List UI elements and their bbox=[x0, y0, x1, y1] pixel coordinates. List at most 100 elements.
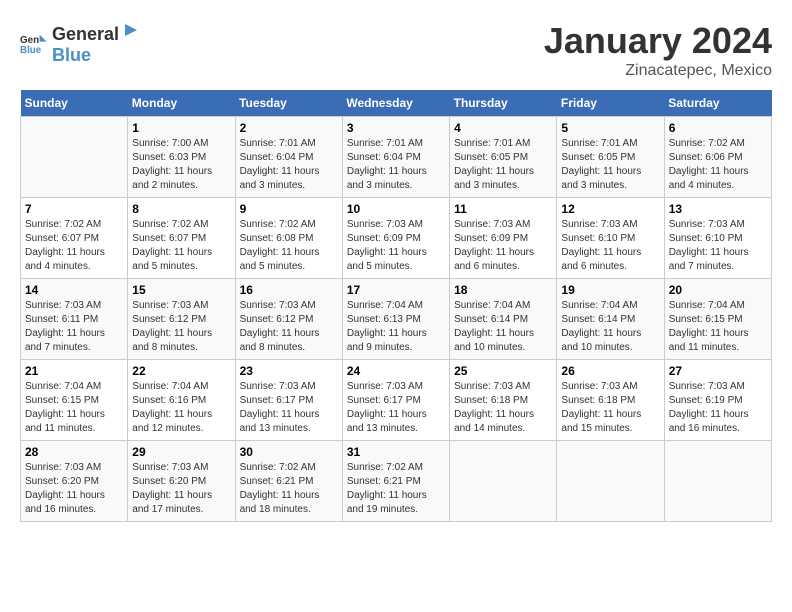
calendar-day-cell: 20 Sunrise: 7:04 AM Sunset: 6:15 PM Dayl… bbox=[664, 279, 771, 360]
day-info: Sunrise: 7:03 AM Sunset: 6:18 PM Dayligh… bbox=[454, 380, 552, 436]
calendar-day-cell bbox=[664, 441, 771, 522]
day-number: 8 bbox=[132, 202, 230, 216]
day-number: 1 bbox=[132, 121, 230, 135]
calendar-week-row: 7 Sunrise: 7:02 AM Sunset: 6:07 PM Dayli… bbox=[21, 198, 772, 279]
logo-general-text: General bbox=[52, 24, 119, 45]
day-number: 13 bbox=[669, 202, 767, 216]
weekday-header-wednesday: Wednesday bbox=[342, 90, 449, 117]
day-number: 11 bbox=[454, 202, 552, 216]
weekday-header-saturday: Saturday bbox=[664, 90, 771, 117]
day-number: 27 bbox=[669, 364, 767, 378]
day-info: Sunrise: 7:03 AM Sunset: 6:09 PM Dayligh… bbox=[347, 218, 445, 274]
calendar-day-cell: 11 Sunrise: 7:03 AM Sunset: 6:09 PM Dayl… bbox=[450, 198, 557, 279]
day-number: 12 bbox=[561, 202, 659, 216]
calendar-day-cell: 24 Sunrise: 7:03 AM Sunset: 6:17 PM Dayl… bbox=[342, 360, 449, 441]
calendar-day-cell: 21 Sunrise: 7:04 AM Sunset: 6:15 PM Dayl… bbox=[21, 360, 128, 441]
calendar-week-row: 14 Sunrise: 7:03 AM Sunset: 6:11 PM Dayl… bbox=[21, 279, 772, 360]
day-number: 23 bbox=[240, 364, 338, 378]
calendar-day-cell: 27 Sunrise: 7:03 AM Sunset: 6:19 PM Dayl… bbox=[664, 360, 771, 441]
day-number: 6 bbox=[669, 121, 767, 135]
month-title: January 2024 bbox=[544, 20, 772, 62]
day-number: 18 bbox=[454, 283, 552, 297]
day-number: 28 bbox=[25, 445, 123, 459]
day-info: Sunrise: 7:03 AM Sunset: 6:19 PM Dayligh… bbox=[669, 380, 767, 436]
day-number: 7 bbox=[25, 202, 123, 216]
calendar-day-cell: 15 Sunrise: 7:03 AM Sunset: 6:12 PM Dayl… bbox=[128, 279, 235, 360]
day-number: 29 bbox=[132, 445, 230, 459]
weekday-header-monday: Monday bbox=[128, 90, 235, 117]
day-info: Sunrise: 7:02 AM Sunset: 6:21 PM Dayligh… bbox=[347, 461, 445, 517]
day-info: Sunrise: 7:04 AM Sunset: 6:15 PM Dayligh… bbox=[25, 380, 123, 436]
day-number: 5 bbox=[561, 121, 659, 135]
calendar-day-cell: 25 Sunrise: 7:03 AM Sunset: 6:18 PM Dayl… bbox=[450, 360, 557, 441]
day-number: 15 bbox=[132, 283, 230, 297]
logo: Gen Blue General Blue bbox=[20, 20, 143, 66]
day-number: 21 bbox=[25, 364, 123, 378]
day-info: Sunrise: 7:03 AM Sunset: 6:18 PM Dayligh… bbox=[561, 380, 659, 436]
calendar-day-cell: 8 Sunrise: 7:02 AM Sunset: 6:07 PM Dayli… bbox=[128, 198, 235, 279]
weekday-header-tuesday: Tuesday bbox=[235, 90, 342, 117]
day-number: 22 bbox=[132, 364, 230, 378]
day-number: 4 bbox=[454, 121, 552, 135]
day-info: Sunrise: 7:03 AM Sunset: 6:10 PM Dayligh… bbox=[561, 218, 659, 274]
day-info: Sunrise: 7:01 AM Sunset: 6:05 PM Dayligh… bbox=[454, 137, 552, 193]
title-block: January 2024 Zinacatepec, Mexico bbox=[544, 20, 772, 80]
day-number: 14 bbox=[25, 283, 123, 297]
day-info: Sunrise: 7:01 AM Sunset: 6:04 PM Dayligh… bbox=[347, 137, 445, 193]
calendar-day-cell: 17 Sunrise: 7:04 AM Sunset: 6:13 PM Dayl… bbox=[342, 279, 449, 360]
calendar-day-cell: 22 Sunrise: 7:04 AM Sunset: 6:16 PM Dayl… bbox=[128, 360, 235, 441]
calendar-day-cell: 26 Sunrise: 7:03 AM Sunset: 6:18 PM Dayl… bbox=[557, 360, 664, 441]
svg-text:Blue: Blue bbox=[20, 45, 42, 56]
day-info: Sunrise: 7:03 AM Sunset: 6:17 PM Dayligh… bbox=[347, 380, 445, 436]
calendar-day-cell: 23 Sunrise: 7:03 AM Sunset: 6:17 PM Dayl… bbox=[235, 360, 342, 441]
location-title: Zinacatepec, Mexico bbox=[544, 62, 772, 80]
day-number: 26 bbox=[561, 364, 659, 378]
day-number: 17 bbox=[347, 283, 445, 297]
day-info: Sunrise: 7:03 AM Sunset: 6:12 PM Dayligh… bbox=[132, 299, 230, 355]
day-info: Sunrise: 7:04 AM Sunset: 6:15 PM Dayligh… bbox=[669, 299, 767, 355]
day-info: Sunrise: 7:02 AM Sunset: 6:06 PM Dayligh… bbox=[669, 137, 767, 193]
day-info: Sunrise: 7:03 AM Sunset: 6:17 PM Dayligh… bbox=[240, 380, 338, 436]
calendar-day-cell: 28 Sunrise: 7:03 AM Sunset: 6:20 PM Dayl… bbox=[21, 441, 128, 522]
calendar-day-cell: 3 Sunrise: 7:01 AM Sunset: 6:04 PM Dayli… bbox=[342, 117, 449, 198]
day-info: Sunrise: 7:03 AM Sunset: 6:09 PM Dayligh… bbox=[454, 218, 552, 274]
calendar-day-cell bbox=[21, 117, 128, 198]
day-number: 9 bbox=[240, 202, 338, 216]
calendar-day-cell: 2 Sunrise: 7:01 AM Sunset: 6:04 PM Dayli… bbox=[235, 117, 342, 198]
day-info: Sunrise: 7:03 AM Sunset: 6:20 PM Dayligh… bbox=[132, 461, 230, 517]
calendar-day-cell: 13 Sunrise: 7:03 AM Sunset: 6:10 PM Dayl… bbox=[664, 198, 771, 279]
day-info: Sunrise: 7:00 AM Sunset: 6:03 PM Dayligh… bbox=[132, 137, 230, 193]
calendar-day-cell: 9 Sunrise: 7:02 AM Sunset: 6:08 PM Dayli… bbox=[235, 198, 342, 279]
calendar-day-cell: 30 Sunrise: 7:02 AM Sunset: 6:21 PM Dayl… bbox=[235, 441, 342, 522]
weekday-header-sunday: Sunday bbox=[21, 90, 128, 117]
day-info: Sunrise: 7:03 AM Sunset: 6:11 PM Dayligh… bbox=[25, 299, 123, 355]
calendar-day-cell: 29 Sunrise: 7:03 AM Sunset: 6:20 PM Dayl… bbox=[128, 441, 235, 522]
day-info: Sunrise: 7:03 AM Sunset: 6:20 PM Dayligh… bbox=[25, 461, 123, 517]
day-info: Sunrise: 7:02 AM Sunset: 6:21 PM Dayligh… bbox=[240, 461, 338, 517]
day-info: Sunrise: 7:04 AM Sunset: 6:16 PM Dayligh… bbox=[132, 380, 230, 436]
day-number: 30 bbox=[240, 445, 338, 459]
day-info: Sunrise: 7:01 AM Sunset: 6:05 PM Dayligh… bbox=[561, 137, 659, 193]
day-number: 3 bbox=[347, 121, 445, 135]
calendar-day-cell: 7 Sunrise: 7:02 AM Sunset: 6:07 PM Dayli… bbox=[21, 198, 128, 279]
logo-blue-text: Blue bbox=[52, 45, 91, 65]
day-number: 2 bbox=[240, 121, 338, 135]
calendar-day-cell: 31 Sunrise: 7:02 AM Sunset: 6:21 PM Dayl… bbox=[342, 441, 449, 522]
day-number: 19 bbox=[561, 283, 659, 297]
logo-arrow-icon bbox=[121, 20, 141, 40]
day-info: Sunrise: 7:02 AM Sunset: 6:07 PM Dayligh… bbox=[132, 218, 230, 274]
logo-icon: Gen Blue bbox=[20, 29, 48, 57]
calendar-table: SundayMondayTuesdayWednesdayThursdayFrid… bbox=[20, 90, 772, 522]
day-info: Sunrise: 7:04 AM Sunset: 6:14 PM Dayligh… bbox=[561, 299, 659, 355]
calendar-day-cell: 5 Sunrise: 7:01 AM Sunset: 6:05 PM Dayli… bbox=[557, 117, 664, 198]
day-info: Sunrise: 7:02 AM Sunset: 6:07 PM Dayligh… bbox=[25, 218, 123, 274]
weekday-header-friday: Friday bbox=[557, 90, 664, 117]
calendar-week-row: 21 Sunrise: 7:04 AM Sunset: 6:15 PM Dayl… bbox=[21, 360, 772, 441]
day-info: Sunrise: 7:02 AM Sunset: 6:08 PM Dayligh… bbox=[240, 218, 338, 274]
day-info: Sunrise: 7:01 AM Sunset: 6:04 PM Dayligh… bbox=[240, 137, 338, 193]
calendar-week-row: 1 Sunrise: 7:00 AM Sunset: 6:03 PM Dayli… bbox=[21, 117, 772, 198]
calendar-day-cell: 14 Sunrise: 7:03 AM Sunset: 6:11 PM Dayl… bbox=[21, 279, 128, 360]
calendar-day-cell: 4 Sunrise: 7:01 AM Sunset: 6:05 PM Dayli… bbox=[450, 117, 557, 198]
calendar-week-row: 28 Sunrise: 7:03 AM Sunset: 6:20 PM Dayl… bbox=[21, 441, 772, 522]
weekday-header-thursday: Thursday bbox=[450, 90, 557, 117]
